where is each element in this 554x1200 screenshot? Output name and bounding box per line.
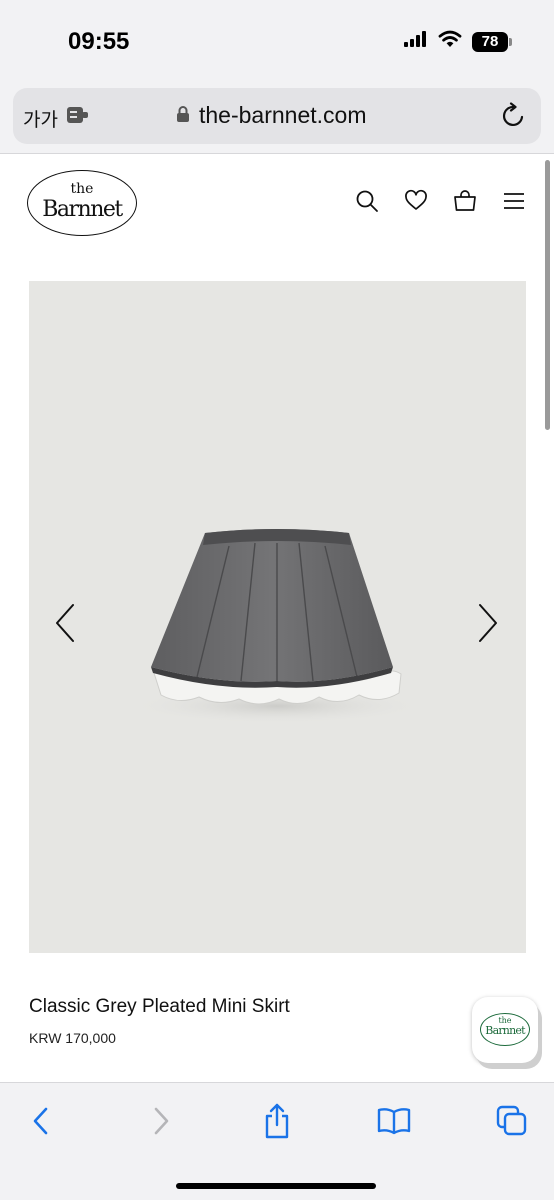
badge-logo: the Barnnet	[480, 1013, 530, 1046]
battery-icon: 78	[472, 31, 512, 52]
skirt-image	[127, 529, 427, 724]
search-icon[interactable]	[355, 189, 379, 213]
home-indicator	[176, 1183, 376, 1189]
site-header: the Barnnet	[0, 155, 554, 250]
header-actions	[355, 189, 526, 213]
lock-icon	[176, 105, 190, 128]
url-text[interactable]: the-barnnet.com	[199, 102, 366, 129]
page-scrollbar[interactable]	[545, 160, 550, 430]
badge-logo-name-text: Barnnet	[485, 1024, 525, 1037]
carousel-prev-button[interactable]	[51, 601, 81, 645]
product-image[interactable]	[29, 281, 526, 953]
extension-icon[interactable]	[67, 106, 91, 129]
menu-icon[interactable]	[502, 189, 526, 213]
bag-icon[interactable]	[453, 189, 477, 213]
status-icons: 78	[404, 30, 512, 53]
reload-icon[interactable]	[501, 102, 527, 135]
forward-icon[interactable]	[143, 1103, 179, 1139]
wifi-icon	[438, 30, 462, 53]
status-bar: 09:55 78	[0, 0, 554, 80]
heart-icon[interactable]	[404, 189, 428, 213]
bookmarks-icon[interactable]	[376, 1103, 412, 1139]
back-icon[interactable]	[23, 1103, 59, 1139]
logo-name-text: Barnnet	[42, 197, 123, 222]
share-icon[interactable]	[259, 1103, 295, 1139]
browser-toolbar	[0, 1082, 554, 1200]
site-logo[interactable]: the Barnnet	[27, 170, 137, 236]
cellular-signal-icon	[404, 31, 428, 52]
logo-the-text: the	[70, 181, 94, 197]
tabs-icon[interactable]	[494, 1103, 530, 1139]
address-bar[interactable]: 가가 the-barnnet.com	[13, 88, 541, 144]
floating-logo-button[interactable]: the Barnnet	[472, 997, 538, 1063]
status-time: 09:55	[68, 28, 130, 55]
product-name[interactable]: Classic Grey Pleated Mini Skirt	[29, 996, 290, 1018]
product-price: KRW 170,000	[29, 1030, 116, 1046]
browser-address-area: 가가 the-barnnet.com	[0, 80, 554, 154]
text-size-button[interactable]: 가가	[23, 105, 58, 132]
carousel-next-button[interactable]	[472, 601, 502, 645]
